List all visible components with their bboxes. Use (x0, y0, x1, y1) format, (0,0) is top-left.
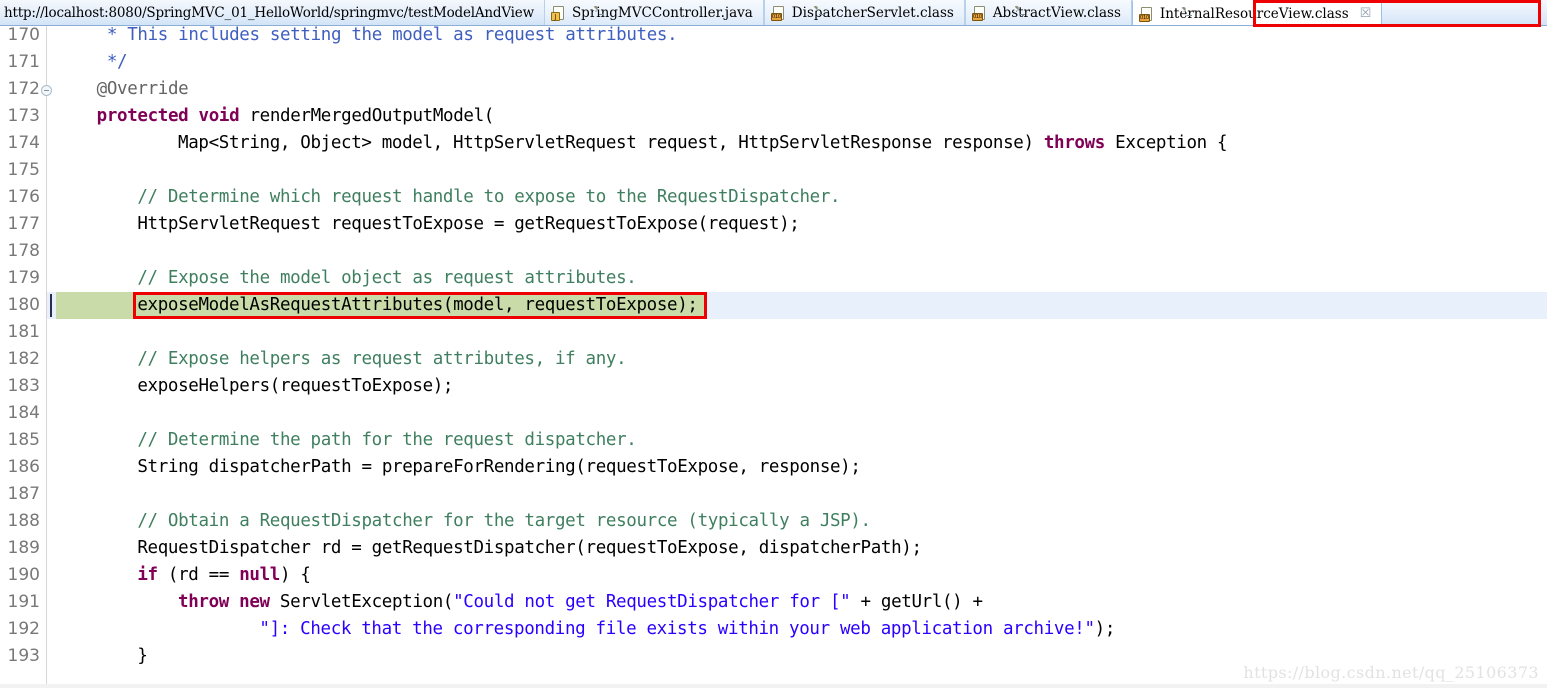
tab-springmvccontroller-java[interactable]: J SpringMVCController.java (544, 0, 764, 26)
code-line[interactable]: 172 @Override (0, 76, 1547, 103)
code-text: protected void renderMergedOutputModel( (97, 103, 494, 130)
code-line[interactable]: 185 // Determine the path for the request… (0, 427, 1547, 454)
code-folding-collapse-icon[interactable] (41, 85, 52, 96)
line-number: 188 (0, 508, 40, 535)
line-number: 185 (0, 427, 40, 454)
code-text: if (rd == null) { (137, 562, 310, 589)
code-line[interactable]: 170 * This includes setting the model as… (0, 26, 1547, 49)
code-text: HttpServletRequest requestToExpose = get… (137, 211, 799, 238)
code-editor[interactable]: 170 * This includes setting the model as… (0, 26, 1547, 688)
code-line[interactable]: 181 (0, 319, 1547, 346)
code-text: @Override (97, 76, 189, 103)
code-line[interactable]: 178 (0, 238, 1547, 265)
line-number: 180 (0, 292, 40, 319)
code-text: * This includes setting the model as req… (97, 26, 678, 49)
code-line[interactable]: 186 String dispatcherPath = prepareForRen… (0, 454, 1547, 481)
line-number: 181 (0, 319, 40, 346)
line-number: 172 (0, 76, 40, 103)
code-line[interactable]: 177 HttpServletRequest requestToExpose = … (0, 211, 1547, 238)
line-number: 173 (0, 103, 40, 130)
code-text: // Obtain a RequestDispatcher for the ta… (137, 508, 870, 535)
line-number: 177 (0, 211, 40, 238)
code-line[interactable]: 192 "]: Check that the corresponding file… (0, 616, 1547, 643)
code-text: // Determine the path for the request di… (137, 427, 636, 454)
bottom-strip (0, 684, 1547, 688)
code-line[interactable]: 190 if (rd == null) { (0, 562, 1547, 589)
line-number: 175 (0, 157, 40, 184)
line-number: 179 (0, 265, 40, 292)
address-url-label: http://localhost:8080/SpringMVC_01_Hello… (0, 0, 544, 26)
code-line[interactable]: 175 (0, 157, 1547, 184)
tab-internalresourceview-class[interactable]: 010 InternalResourceView.class ☒ (1132, 0, 1382, 26)
line-number: 190 (0, 562, 40, 589)
line-number: 184 (0, 400, 40, 427)
code-line[interactable]: 182 // Expose helpers as request attribut… (0, 346, 1547, 373)
code-line[interactable]: 176 // Determine which request handle to … (0, 184, 1547, 211)
editor-tab-bar: http://localhost:8080/SpringMVC_01_Hello… (0, 0, 1547, 26)
code-line[interactable]: 180 exposeModelAsRequestAttributes(model,… (0, 292, 1547, 319)
line-number: 183 (0, 373, 40, 400)
watermark-text: https://blog.csdn.net/qq_25106373 (1243, 663, 1539, 682)
tab-dispatcherservlet-class[interactable]: 010 DispatcherServlet.class (764, 0, 965, 26)
code-line[interactable]: 189 RequestDispatcher rd = getRequestDisp… (0, 535, 1547, 562)
code-line[interactable]: 174 Map<String, Object> model, HttpServle… (0, 130, 1547, 157)
code-line[interactable]: 183 exposeHelpers(requestToExpose); (0, 373, 1547, 400)
code-text: // Expose helpers as request attributes,… (137, 346, 626, 373)
tab-label: DispatcherServlet.class (792, 0, 954, 26)
code-line[interactable]: 179 // Expose the model object as request… (0, 265, 1547, 292)
line-number: 170 (0, 26, 40, 49)
line-number: 178 (0, 238, 40, 265)
line-number: 189 (0, 535, 40, 562)
line-number: 186 (0, 454, 40, 481)
code-line[interactable]: 173 protected void renderMergedOutputMode… (0, 103, 1547, 130)
code-line[interactable]: 171 */ (0, 49, 1547, 76)
code-text: exposeModelAsRequestAttributes(model, re… (137, 292, 697, 319)
code-line[interactable]: 188 // Obtain a RequestDispatcher for the… (0, 508, 1547, 535)
code-text: throw new ServletException("Could not ge… (178, 589, 983, 616)
class-file-icon: 010 (973, 5, 988, 21)
code-text: "]: Check that the corresponding file ex… (259, 616, 1115, 643)
code-text: exposeHelpers(requestToExpose); (137, 373, 453, 400)
class-file-icon: 010 (1140, 6, 1155, 22)
class-file-icon: 010 (772, 5, 787, 21)
code-text: Map<String, Object> model, HttpServletRe… (178, 130, 1227, 157)
line-number: 174 (0, 130, 40, 157)
line-number: 176 (0, 184, 40, 211)
tab-abstractview-class[interactable]: 010 AbstractView.class (965, 0, 1132, 26)
code-text: RequestDispatcher rd = getRequestDispatc… (137, 535, 921, 562)
tab-label: SpringMVCController.java (572, 0, 753, 26)
address-url-text: http://localhost:8080/SpringMVC_01_Hello… (4, 0, 534, 26)
tab-label: AbstractView.class (993, 0, 1121, 26)
line-number: 187 (0, 481, 40, 508)
line-number: 191 (0, 589, 40, 616)
java-file-icon: J (552, 5, 567, 21)
code-text: // Expose the model object as request at… (137, 265, 636, 292)
code-text: */ (97, 49, 128, 76)
line-number: 182 (0, 346, 40, 373)
code-text: } (137, 643, 147, 670)
code-text: // Determine which request handle to exp… (137, 184, 840, 211)
tab-label: InternalResourceView.class (1160, 1, 1349, 27)
code-line[interactable]: 191 throw new ServletException("Could not… (0, 589, 1547, 616)
close-icon[interactable]: ☒ (1360, 1, 1372, 27)
line-number: 193 (0, 643, 40, 670)
line-number: 192 (0, 616, 40, 643)
code-line[interactable]: 187 (0, 481, 1547, 508)
line-number: 171 (0, 49, 40, 76)
code-text: String dispatcherPath = prepareForRender… (137, 454, 860, 481)
code-line[interactable]: 184 (0, 400, 1547, 427)
